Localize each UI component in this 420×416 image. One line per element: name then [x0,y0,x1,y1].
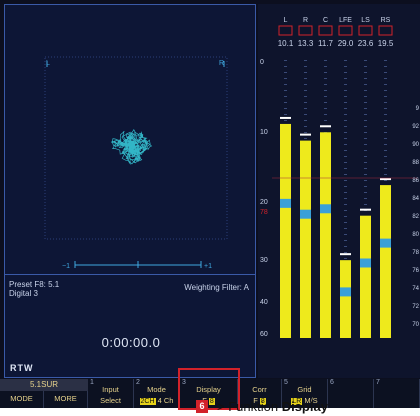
level-bar-c [320,132,331,338]
scale-label-right: 90 [412,142,419,148]
softkey-6[interactable]: 6 [328,379,374,408]
rtw-logo: RTW [10,363,34,373]
channel-name-l: L [284,17,288,24]
level-bar-ls [360,215,371,338]
callout-caption: > Funktion Display [217,399,328,414]
scale-label-right: 92 [412,124,419,130]
softkey-7[interactable]: 7 [374,379,420,408]
softkey-label: Mode [147,385,166,394]
scale-label-right: 72 [412,304,419,310]
scale-label-right: 88 [412,160,419,166]
correlation-label-plus: +1 [204,263,212,270]
channel-value-r: 13.3 [298,39,314,48]
channel-name-c: C [323,17,328,24]
softkey-value: 2CH 4 Ch [134,396,179,405]
more-button-label: MORE [54,394,77,403]
softkey-number: 6 [330,379,334,386]
time-readout: 0:00:00.0 [101,335,161,350]
scale-label: 10 [260,129,268,136]
peak-hold [340,253,351,256]
channel-name-lfe: LFE [339,17,352,24]
level-marker [280,198,291,208]
scale-label-right: 80 [412,232,419,238]
correlation-label-minus: −1 [62,263,70,270]
channel-value-ls: 23.6 [358,39,374,48]
softkey-value: Select [100,396,121,405]
channel-name-ls: LS [361,17,370,24]
level-meter-panel: L 10.1 R 13.3 C 11.7 LFE 29.0 LS 23.6 RS 19.5 0 10 20 3… [258,4,420,378]
mode-button[interactable]: MODE [0,391,44,408]
level-bar-l [280,123,291,338]
softkey-number: 7 [376,379,380,386]
channel-value-lfe: 29.0 [338,39,354,48]
overload-indicator [298,25,313,36]
preset-name-box: 5.1SUR [0,379,88,391]
level-marker [340,287,351,297]
caption-bold: Display [281,399,328,414]
goniometer-trace [111,129,153,166]
preset-name: 5.1SUR [29,380,58,389]
peak-hold [280,116,291,119]
level-bar-lfe [340,260,351,338]
overload-indicator [358,25,373,36]
peak-hold [380,178,391,181]
channel-name-rs: RS [381,17,391,24]
scale-label-right: 70 [412,322,419,328]
scale-label-right: 78 [412,250,419,256]
channel-value-l: 10.1 [278,39,294,48]
channel-value-rs: 19.5 [378,39,394,48]
device-screen: L R −1 +1 Preset F8: 5.1 Digital 3 Weigh… [0,0,420,408]
scale-label-right: 86 [412,178,419,184]
scale-label: 20 [260,199,268,206]
scale-label-right: 82 [412,214,419,220]
channel-value-c: 11.7 [318,39,334,48]
preset-label: Preset F8: 5.1 [9,280,60,289]
overload-indicator [318,25,333,36]
scale-label-right: 76 [412,268,419,274]
softkey-label: Grid [297,385,312,394]
scale-label-right: 84 [412,196,419,202]
reference-level-label: 78 [260,209,268,216]
mode-button-label: MODE [10,394,33,403]
overload-indicator [378,25,393,36]
peak-hold [300,133,311,136]
caption-prefix: > Funktion [217,399,279,414]
option: 4 Ch [157,396,174,405]
level-meter: L 10.1 R 13.3 C 11.7 LFE 29.0 LS 23.6 RS 19.5 0 10 20 3… [260,17,420,338]
level-marker [380,238,391,248]
callout-number-badge: 6 [196,400,208,413]
active-option: 2CH [139,398,156,405]
scale-label-right: 74 [412,286,419,292]
overload-indicator [338,25,353,36]
level-bar-r [300,140,311,338]
channel-name-r: R [303,17,308,24]
scale-label: 40 [260,299,268,306]
more-button[interactable]: MORE [44,391,88,408]
peak-hold [360,208,371,211]
weighting-filter-label: Weighting Filter: A [184,283,249,292]
softkey-1-input-select[interactable]: 1 Input Select [88,379,134,408]
goniometer-label-l: L [46,60,50,67]
level-bar-rs [380,185,391,338]
softkey-label: Corr [252,385,267,394]
overload-indicator [278,25,293,36]
source-label: Digital 3 [9,289,38,298]
softkey-2-mode[interactable]: 2 Mode 2CH 4 Ch [134,379,180,408]
peak-hold [320,125,331,128]
softkey-label: Input [102,385,119,394]
scale-label: 60 [260,331,268,338]
level-marker [360,258,371,268]
info-panel: Preset F8: 5.1 Digital 3 Weighting Filte… [4,274,256,378]
level-marker [320,204,331,214]
goniometer-display: L R −1 +1 [44,56,228,270]
goniometer-label-r: R [219,60,224,67]
scale-label-right: 9 [416,106,420,112]
scale-label: 0 [260,59,264,66]
scale-label: 30 [260,257,268,264]
level-marker [300,209,311,219]
